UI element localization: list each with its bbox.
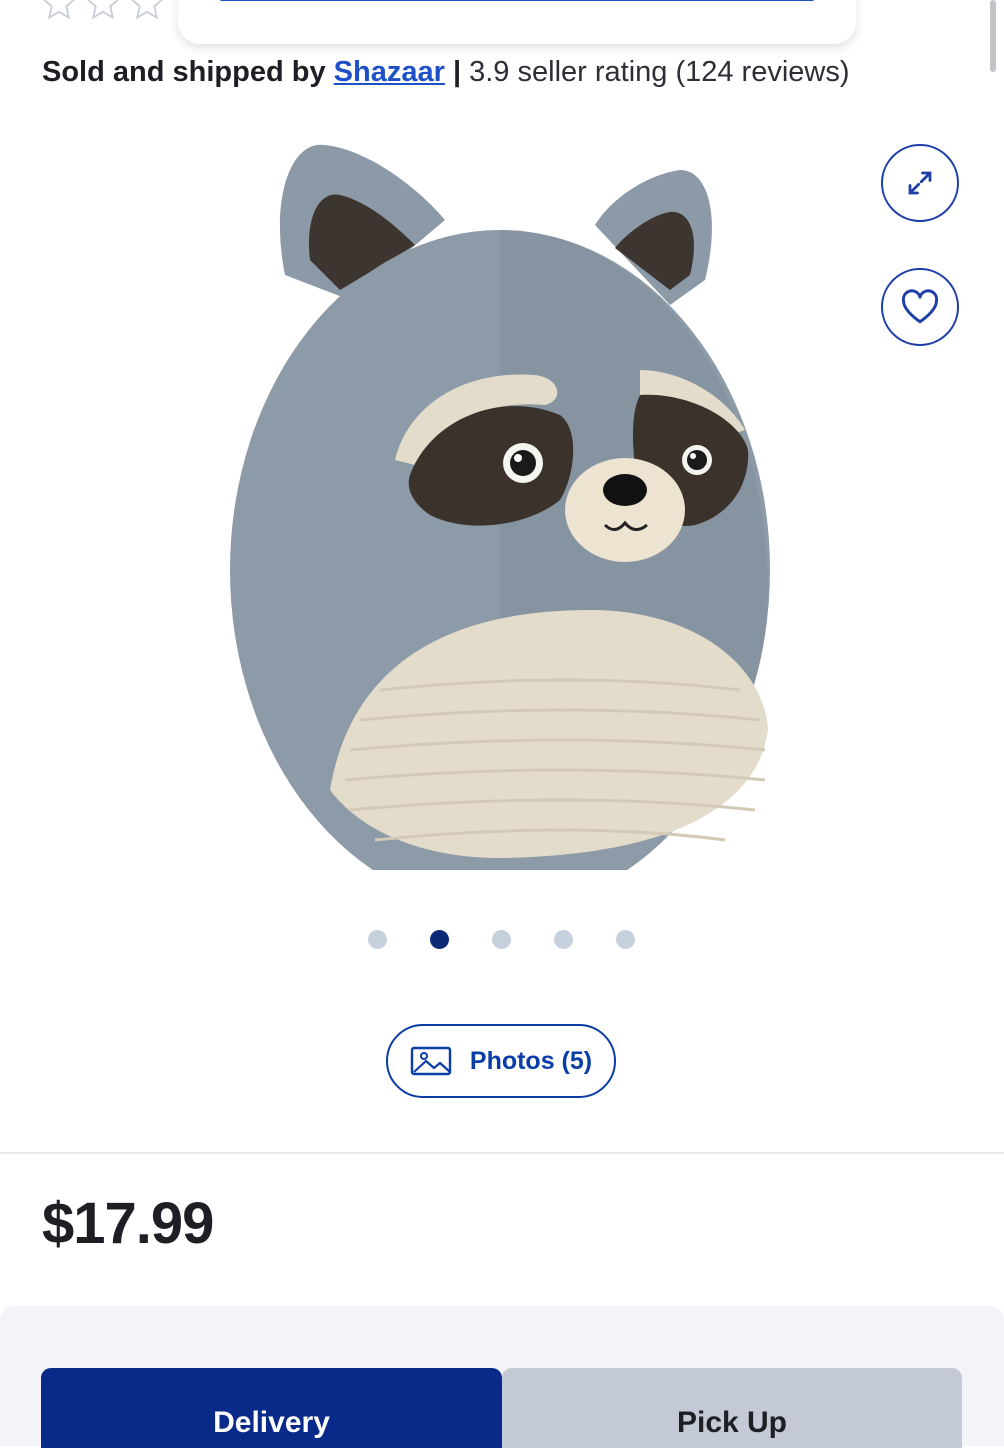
star-icon bbox=[42, 0, 76, 20]
photos-label: Photos (5) bbox=[469, 1046, 593, 1075]
favorite-button[interactable] bbox=[881, 268, 959, 346]
star-icon bbox=[86, 0, 120, 20]
seller-separator: | bbox=[452, 56, 462, 88]
price: $17.99 bbox=[42, 1191, 214, 1256]
seller-link[interactable]: Shazaar bbox=[334, 56, 445, 88]
carousel-dot[interactable] bbox=[368, 930, 387, 949]
photos-button[interactable]: Photos (5) bbox=[386, 1024, 616, 1098]
carousel-dots bbox=[368, 930, 635, 949]
carousel-dot-active[interactable] bbox=[430, 930, 449, 949]
scrollbar[interactable] bbox=[990, 0, 996, 72]
tab-pickup[interactable]: Pick Up bbox=[502, 1368, 962, 1448]
tab-delivery-label: Delivery bbox=[213, 1406, 330, 1439]
tab-delivery[interactable]: Delivery bbox=[41, 1368, 502, 1448]
carousel-dot[interactable] bbox=[616, 930, 635, 949]
expand-icon bbox=[908, 171, 932, 195]
carousel-dot[interactable] bbox=[554, 930, 573, 949]
seller-prefix: Sold and shipped by bbox=[42, 56, 326, 88]
image-icon bbox=[410, 1046, 452, 1076]
tab-pickup-label: Pick Up bbox=[676, 1406, 788, 1439]
product-image[interactable] bbox=[200, 130, 800, 870]
heart-icon bbox=[901, 289, 939, 324]
seller-info: Sold and shipped by Shazaar | 3.9 seller… bbox=[42, 56, 850, 89]
expand-button[interactable] bbox=[881, 144, 959, 222]
star-icon bbox=[130, 0, 164, 20]
seller-rating: 3.9 seller rating (124 reviews) bbox=[469, 56, 850, 88]
popover-underline bbox=[220, 0, 814, 1]
carousel-dot[interactable] bbox=[492, 930, 511, 949]
divider bbox=[0, 1152, 1004, 1154]
rating-stars bbox=[40, 0, 166, 20]
sticky-popover bbox=[178, 0, 856, 44]
